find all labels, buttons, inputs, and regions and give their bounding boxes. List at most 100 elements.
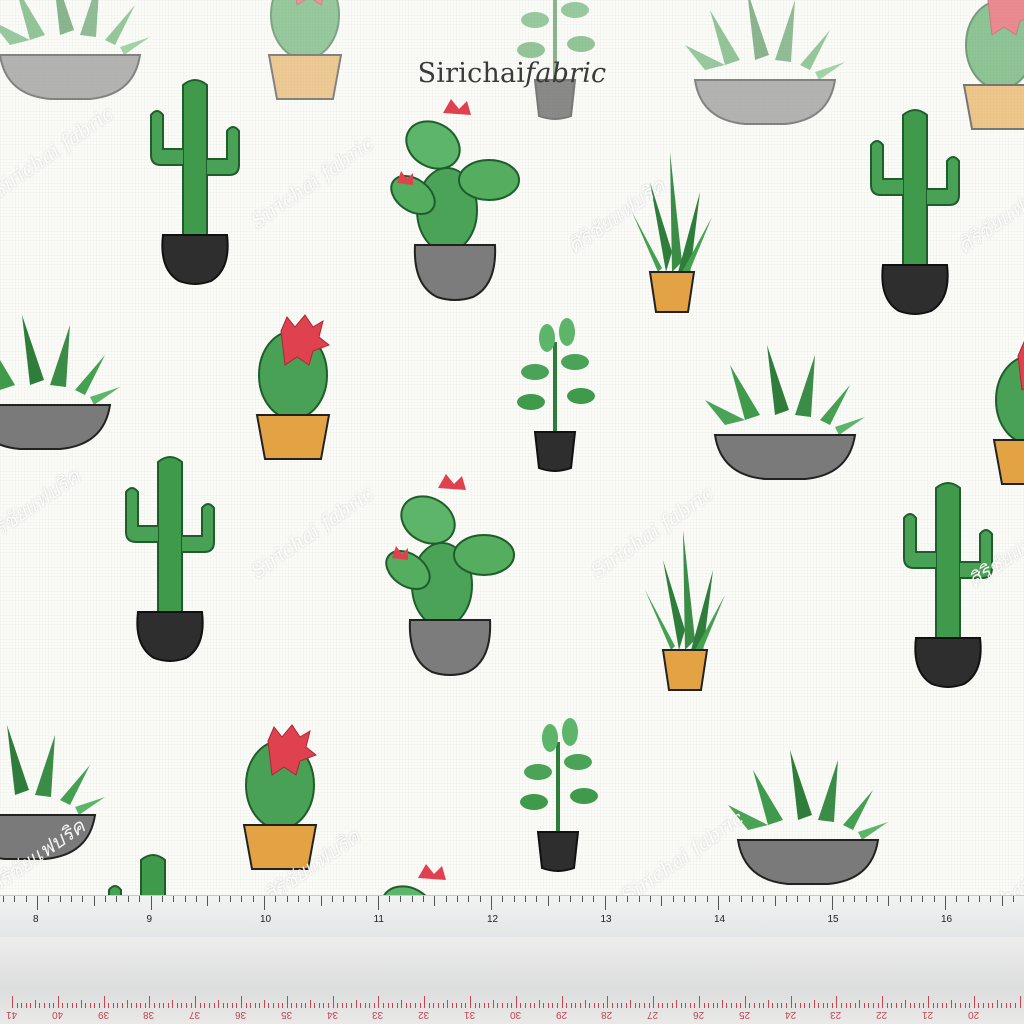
ruler-tick-red: [117, 1003, 119, 1008]
ruler-number: 16: [941, 914, 953, 925]
ruler-tick: [241, 896, 243, 902]
ruler-tick-red: [350, 1003, 352, 1008]
ruler-tick: [559, 896, 561, 902]
ruler-tick-red: [1015, 1003, 1017, 1008]
ruler-tick-red: [763, 1003, 765, 1008]
ruler-tick-red: [616, 1003, 618, 1008]
ruler-tick-red: [167, 1003, 169, 1008]
ruler-tick-red: [305, 1003, 307, 1008]
ruler-tick-red: [708, 1003, 710, 1008]
ruler-tick-red: [657, 1003, 659, 1008]
ruler-tick-red: [721, 1000, 723, 1008]
tall-cactus-black-pot-motif: [108, 854, 198, 1024]
ruler-tick: [774, 896, 776, 906]
ruler-tick: [298, 896, 300, 902]
ruler-tick: [37, 896, 38, 910]
cactus-print-fabric: Sirichaifabric Sirichai fabric ศิริชัยแฟ…: [0, 0, 1024, 1024]
ruler-tick-red: [282, 1003, 284, 1008]
ruler-tick: [536, 896, 538, 902]
ruler-number-red: 39: [97, 1009, 109, 1020]
ruler-tick-red: [895, 1003, 897, 1008]
ruler-tick-red: [199, 1003, 201, 1008]
ruler-tick-red: [277, 1003, 279, 1008]
ruler-tick-red: [71, 1003, 73, 1008]
ruler-number-red: 22: [876, 1009, 888, 1020]
ruler-tick-red: [749, 1003, 751, 1008]
ruler-tick-red: [364, 1003, 366, 1008]
measuring-ruler: 8 9 10 11 12 13 14 15 16: [0, 895, 1024, 939]
ruler-tick: [264, 896, 265, 910]
round-cactus-orange-pot-motif: [993, 339, 1024, 485]
ruler-tick-red: [863, 1003, 865, 1008]
ruler-tick-red: [671, 1003, 673, 1008]
ruler-tick-red: [767, 1000, 769, 1008]
ruler-tick-red: [611, 1003, 613, 1008]
ruler-tick-red: [634, 1003, 636, 1008]
ruler-tick: [445, 896, 447, 902]
snake-plant-orange-pot-motif: [644, 529, 726, 691]
ruler-tick-red: [483, 1003, 485, 1008]
ruler-tick: [82, 896, 84, 902]
brand-name: Sirichai: [417, 58, 526, 89]
ruler-tick: [343, 896, 345, 902]
ruler-tick-red: [552, 1003, 554, 1008]
ruler-tick: [808, 896, 810, 902]
ruler-tick: [366, 896, 368, 902]
ruler-tick-red: [30, 1003, 32, 1008]
succulent-grey-bowl-motif: [0, 314, 121, 450]
ruler-tick-red: [845, 1003, 847, 1008]
ruler-tick-red: [955, 1003, 957, 1008]
ruler-number: 8: [33, 914, 39, 925]
ruler-tick-red: [89, 1003, 91, 1008]
ruler-tick: [71, 896, 73, 902]
ruler-tick-red: [589, 1003, 591, 1008]
prickly-pear-grey-pot-motif: [383, 98, 520, 301]
ruler-tick-red: [950, 1000, 952, 1008]
ruler-tick-red: [557, 1003, 559, 1008]
ruler-tick-red: [502, 1003, 504, 1008]
ruler-tick: [218, 896, 220, 902]
ruler-tick-red: [254, 1003, 256, 1008]
ruler-tick: [979, 896, 981, 902]
ruler-number-red: 40: [51, 1009, 63, 1020]
ruler-tick-red: [836, 996, 838, 1008]
ruler-tick: [604, 896, 606, 910]
ruler-tick-red: [804, 1003, 806, 1008]
ruler-tick: [400, 896, 402, 902]
ruler-tick-red: [405, 1003, 407, 1008]
ruler-number-red: 26: [693, 1009, 705, 1020]
ruler-number-red: 38: [143, 1009, 155, 1020]
ruler-tick-red: [543, 1003, 545, 1008]
ruler-number-red: 29: [555, 1009, 567, 1020]
ruler-tick-red: [112, 1003, 114, 1008]
ruler-tick-red: [172, 1000, 174, 1008]
ruler-tick-red: [57, 996, 59, 1008]
ruler-number-red: 36: [235, 1009, 247, 1020]
ruler-tick-red: [786, 1003, 788, 1008]
ruler-tick-red: [886, 1003, 888, 1008]
ruler-tick-red: [969, 1003, 971, 1008]
ruler-tick-red: [21, 1003, 23, 1008]
ruler-tick-red: [263, 1000, 265, 1008]
ruler-tick-red: [790, 996, 792, 1008]
brand-name-italic: fabric: [525, 58, 607, 89]
tall-cactus-black-pot-motif: [125, 456, 215, 662]
ruler-tick: [967, 896, 969, 902]
ruler-number: 10: [260, 914, 272, 925]
ruler-tick-red: [337, 1003, 339, 1008]
ruler-tick: [388, 896, 390, 902]
ruler-tick-red: [259, 1003, 261, 1008]
ruler-tick: [14, 896, 16, 902]
ruler-tick-red: [827, 1003, 829, 1008]
ruler-tick-red: [740, 1003, 742, 1008]
ruler-tick-red: [419, 1003, 421, 1008]
ruler-tick-red: [392, 1003, 394, 1008]
ruler-tick-red: [492, 1000, 494, 1008]
ruler-tick-red: [328, 1003, 330, 1008]
ruler-tick-red: [666, 1003, 668, 1008]
ruler-tick-red: [144, 1003, 146, 1008]
ruler-tick-red: [268, 1003, 270, 1008]
jade-plant-black-pot-motif: [518, 716, 600, 873]
ruler-tick-red: [236, 1003, 238, 1008]
ruler-tick-red: [932, 1003, 934, 1008]
